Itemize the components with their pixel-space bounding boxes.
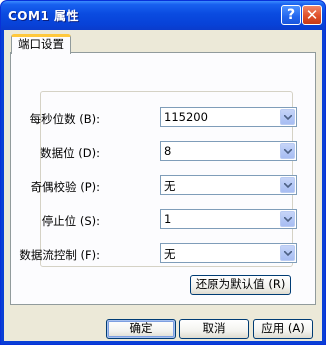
help-button[interactable]: ? — [281, 5, 301, 25]
parity-dropdown-button[interactable] — [280, 177, 295, 193]
ok-button[interactable]: 确定 — [106, 319, 176, 339]
flow-control-label: 数据流控制 (F): — [19, 248, 100, 262]
parity-value: 无 — [164, 179, 176, 193]
data-bits-value: 8 — [164, 144, 172, 158]
apply-button[interactable]: 应用 (A) — [253, 319, 313, 339]
close-button[interactable]: ✕ — [302, 5, 322, 25]
baud-rate-dropdown-button[interactable] — [280, 109, 295, 125]
data-bits-label: 数据位 (D): — [40, 146, 100, 160]
restore-defaults-button[interactable]: 还原为默认值 (R) — [190, 275, 291, 295]
parity-select[interactable]: 无 — [160, 175, 297, 195]
data-bits-select[interactable]: 8 — [160, 141, 297, 161]
flow-control-dropdown-button[interactable] — [280, 245, 295, 261]
stop-bits-value: 1 — [164, 212, 172, 226]
baud-rate-select[interactable]: 115200 — [160, 107, 297, 127]
stop-bits-select[interactable]: 1 — [160, 209, 297, 229]
window-title: COM1 属性 — [8, 9, 79, 23]
stop-bits-dropdown-button[interactable] — [280, 211, 295, 227]
baud-rate-label: 每秒位数 (B): — [29, 112, 100, 126]
tab-port-settings[interactable]: 端口设置 — [11, 34, 71, 54]
data-bits-dropdown-button[interactable] — [280, 143, 295, 159]
flow-control-select[interactable]: 无 — [160, 243, 297, 263]
close-icon: ✕ — [305, 6, 319, 24]
chevron-down-icon — [284, 251, 292, 256]
chevron-down-icon — [284, 115, 292, 120]
flow-control-value: 无 — [164, 247, 176, 261]
parity-label: 奇偶校验 (P): — [30, 180, 100, 194]
stop-bits-label: 停止位 (S): — [41, 214, 100, 228]
cancel-button[interactable]: 取消 — [179, 319, 249, 339]
tab-panel: 每秒位数 (B): 115200 数据位 (D): 8 奇偶校验 (P): 无 … — [10, 52, 316, 305]
chevron-down-icon — [284, 183, 292, 188]
chevron-down-icon — [284, 149, 292, 154]
chevron-down-icon — [284, 217, 292, 222]
question-icon: ? — [286, 7, 296, 23]
settings-group: 每秒位数 (B): 115200 数据位 (D): 8 奇偶校验 (P): 无 … — [19, 91, 297, 267]
dialog-client-area: 端口设置 每秒位数 (B): 115200 数据位 (D): 8 奇偶校验 (P… — [4, 30, 322, 341]
baud-rate-value: 115200 — [164, 110, 208, 124]
title-bar[interactable]: COM1 属性 ? ✕ — [1, 1, 325, 30]
dialog-window: COM1 属性 ? ✕ 端口设置 每秒位数 (B): 115200 数据位 (D… — [0, 0, 326, 345]
